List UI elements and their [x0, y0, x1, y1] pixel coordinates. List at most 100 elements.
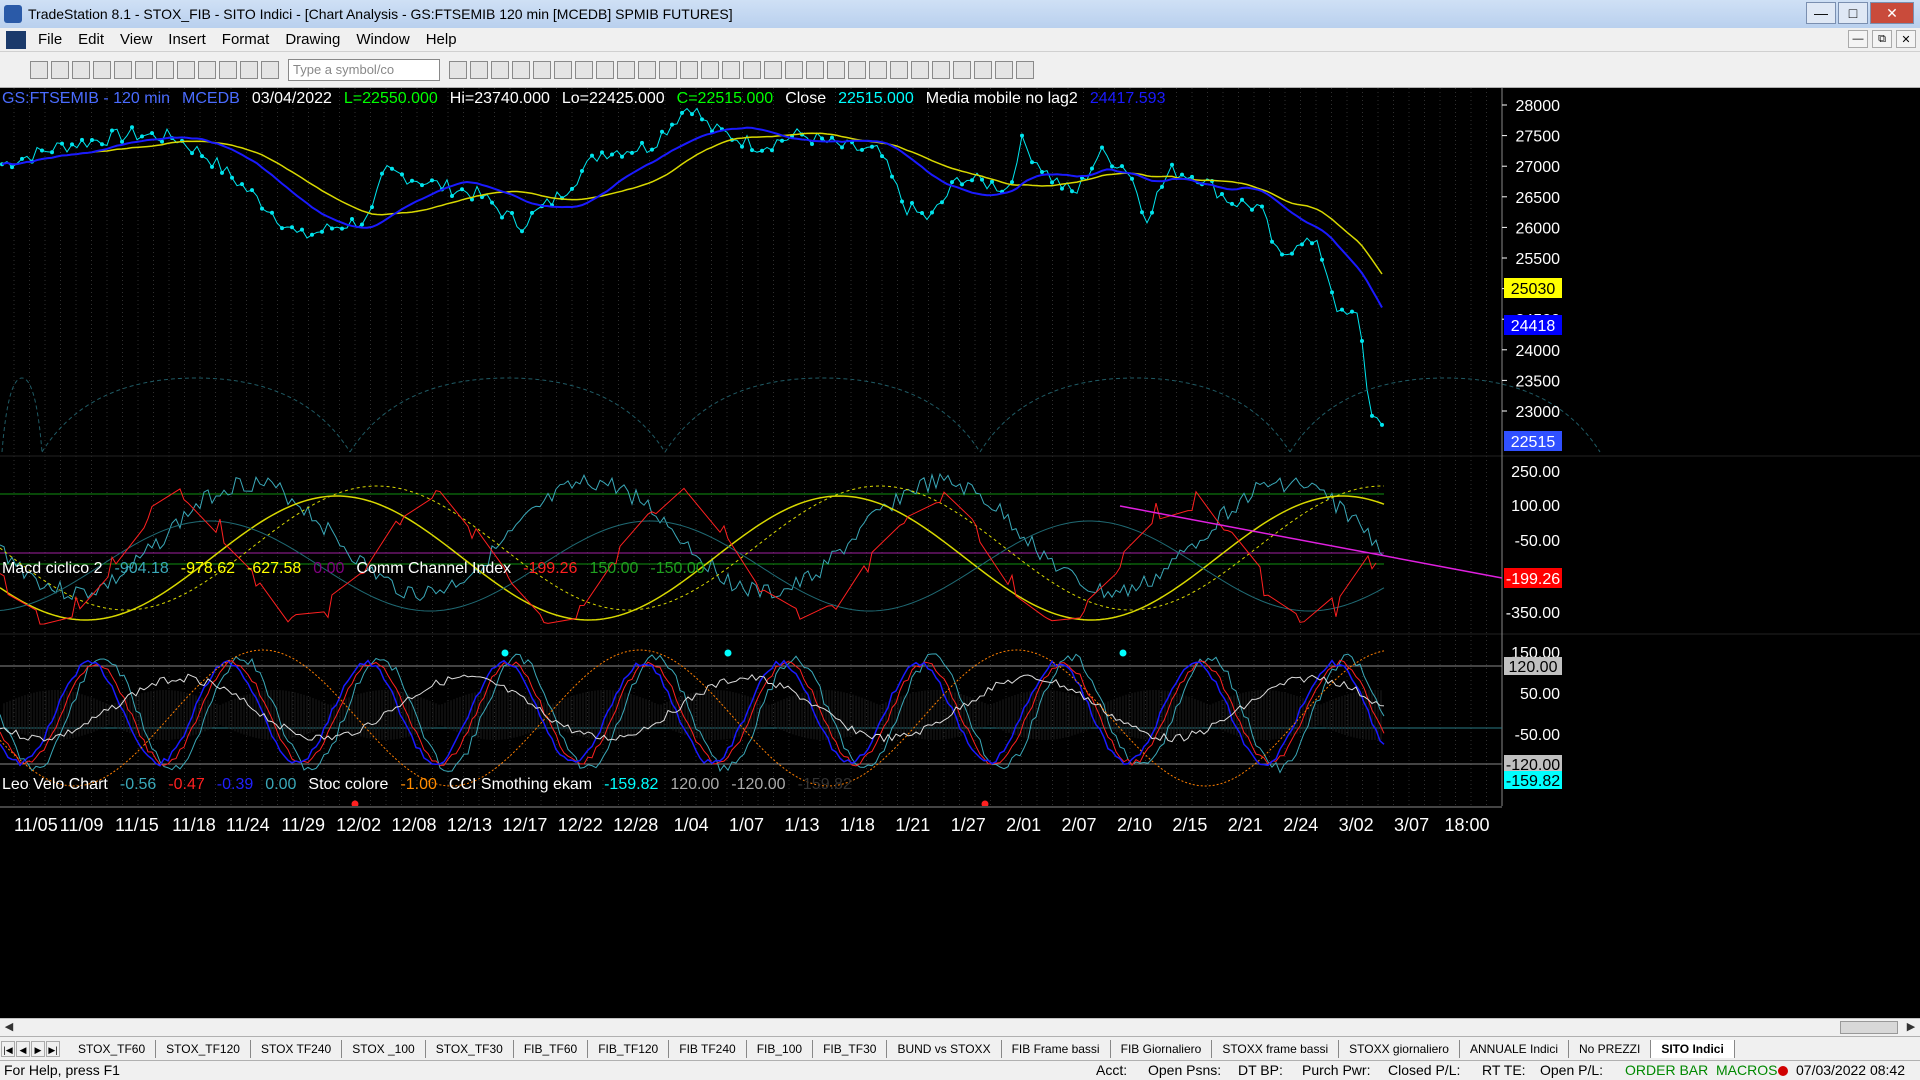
tab-fib-100[interactable]: FIB_100 — [747, 1039, 814, 1058]
child-minimize-button[interactable]: — — [1848, 30, 1868, 48]
tab-stoxx-giornaliero[interactable]: STOXX giornaliero — [1339, 1039, 1460, 1058]
menu-view[interactable]: View — [112, 31, 160, 48]
menu-format[interactable]: Format — [214, 31, 278, 48]
scroll-left-icon[interactable]: ◀ — [0, 1019, 18, 1036]
price-dot — [270, 210, 274, 215]
tab-sito-indici[interactable]: SITO Indici — [1651, 1039, 1735, 1058]
date-axis-label: 2/24 — [1283, 815, 1318, 835]
order-bar-button[interactable]: ORDER BAR — [1625, 1062, 1708, 1078]
tab-fib-tf240[interactable]: FIB TF240 — [669, 1039, 747, 1058]
tab-annuale-indici[interactable]: ANNUALE Indici — [1460, 1039, 1569, 1058]
cursor-icon[interactable] — [680, 60, 698, 79]
window-icon[interactable] — [764, 60, 782, 79]
tab-next-icon[interactable]: ▶ — [31, 1040, 45, 1057]
scroll-right-icon[interactable]: ▶ — [1902, 1019, 1920, 1036]
tab-stox-tf120[interactable]: STOX_TF120 — [156, 1039, 251, 1058]
print-icon[interactable] — [135, 60, 153, 79]
grid-icon[interactable] — [617, 60, 635, 79]
chart-window-icon[interactable] — [6, 30, 26, 49]
symbol-input[interactable]: Type a symbol/co — [288, 58, 440, 81]
minimize-button[interactable]: — — [1806, 2, 1836, 24]
price-axis-label: 26500 — [1516, 190, 1561, 207]
tab-fib-tf120[interactable]: FIB_TF120 — [588, 1039, 670, 1058]
menu-window[interactable]: Window — [348, 31, 417, 48]
arrow-up-icon[interactable] — [932, 60, 950, 79]
chart-a-icon[interactable] — [491, 60, 509, 79]
line-b-icon[interactable] — [575, 60, 593, 79]
zoom-in-icon[interactable] — [638, 60, 656, 79]
open-icon[interactable] — [51, 60, 69, 79]
save-icon[interactable] — [72, 60, 90, 79]
trendline-icon[interactable] — [806, 60, 824, 79]
price-dot — [910, 201, 914, 206]
menu-help[interactable]: Help — [418, 31, 465, 48]
bars-icon[interactable] — [596, 60, 614, 79]
menu-insert[interactable]: Insert — [160, 31, 214, 48]
tab-stox-100[interactable]: STOX _100 — [342, 1039, 426, 1058]
cards-icon[interactable] — [240, 60, 258, 79]
circle-icon[interactable] — [974, 60, 992, 79]
price-tag-label: 25030 — [1511, 281, 1556, 298]
chart-b-icon[interactable] — [512, 60, 530, 79]
main_info-8: 22515.000 — [838, 90, 914, 107]
print-setup-icon[interactable] — [93, 60, 111, 79]
vline-icon[interactable] — [848, 60, 866, 79]
scroll-thumb[interactable] — [1840, 1021, 1898, 1034]
channel-icon[interactable] — [890, 60, 908, 79]
new-icon[interactable] — [30, 60, 48, 79]
go-icon[interactable] — [449, 60, 467, 79]
tab-last-icon[interactable]: ▶| — [46, 1040, 60, 1057]
find-icon[interactable] — [470, 60, 488, 79]
price-dot — [830, 135, 834, 140]
arc-icon[interactable] — [911, 60, 929, 79]
price-dot — [420, 183, 424, 188]
tab-stox-tf60[interactable]: STOX_TF60 — [68, 1039, 157, 1058]
paste-icon[interactable] — [114, 60, 132, 79]
cycle-arc — [1, 377, 43, 453]
arrow-down-icon[interactable] — [953, 60, 971, 79]
price-dot — [190, 151, 194, 156]
zoom-out-icon[interactable] — [659, 60, 677, 79]
tab-fib-tf60[interactable]: FIB_TF60 — [514, 1039, 589, 1058]
tab-prev-icon[interactable]: ◀ — [16, 1040, 30, 1057]
macros-button[interactable]: MACROS — [1716, 1062, 1777, 1078]
print-preview-icon[interactable] — [156, 60, 174, 79]
tab-stox-tf240[interactable]: STOX TF240 — [251, 1039, 343, 1058]
close-button[interactable]: ✕ — [1870, 2, 1914, 24]
tools-icon[interactable] — [743, 60, 761, 79]
tab-fib-tf30[interactable]: FIB_TF30 — [813, 1039, 888, 1058]
horizontal-scrollbar[interactable]: ◀ ▶ — [0, 1018, 1920, 1036]
chart-c-icon[interactable] — [533, 60, 551, 79]
rect-icon[interactable] — [995, 60, 1013, 79]
copy-icon[interactable] — [177, 60, 195, 79]
price-dot — [410, 178, 414, 183]
clipboard-icon[interactable] — [219, 60, 237, 79]
line-a-icon[interactable] — [554, 60, 572, 79]
chart-analysis-area[interactable]: 2800027500270002650026000255002500024500… — [0, 88, 1920, 986]
globe-icon[interactable] — [261, 60, 279, 79]
fib-icon[interactable] — [869, 60, 887, 79]
text-icon[interactable] — [1016, 60, 1034, 79]
child-close-button[interactable]: ✕ — [1896, 30, 1916, 48]
tab-fib-giornaliero[interactable]: FIB Giornaliero — [1111, 1039, 1213, 1058]
menu-file[interactable]: File — [30, 31, 70, 48]
price-dot — [970, 178, 974, 183]
tab-fib-frame-bassi[interactable]: FIB Frame bassi — [1002, 1039, 1111, 1058]
pen-icon[interactable] — [785, 60, 803, 79]
tab-stox-tf30[interactable]: STOX_TF30 — [426, 1039, 514, 1058]
tab-stoxx-frame-bassi[interactable]: STOXX frame bassi — [1212, 1039, 1340, 1058]
tab-no-prezzi[interactable]: No PREZZI — [1569, 1039, 1652, 1058]
child-restore-button[interactable]: ⧉ — [1872, 30, 1892, 48]
price-dot — [300, 227, 304, 232]
cut-icon[interactable] — [198, 60, 216, 79]
tab-first-icon[interactable]: |◀ — [1, 1040, 15, 1057]
crosshair-icon[interactable] — [701, 60, 719, 79]
tab-bund-vs-stoxx[interactable]: BUND vs STOXX — [887, 1039, 1002, 1058]
menu-edit[interactable]: Edit — [70, 31, 112, 48]
hammer-icon[interactable] — [722, 60, 740, 79]
hline-icon[interactable] — [827, 60, 845, 79]
chart-canvas[interactable]: 2800027500270002650026000255002500024500… — [0, 88, 1920, 986]
price-dot — [870, 144, 874, 149]
maximize-button[interactable]: □ — [1838, 2, 1868, 24]
menu-drawing[interactable]: Drawing — [277, 31, 348, 48]
